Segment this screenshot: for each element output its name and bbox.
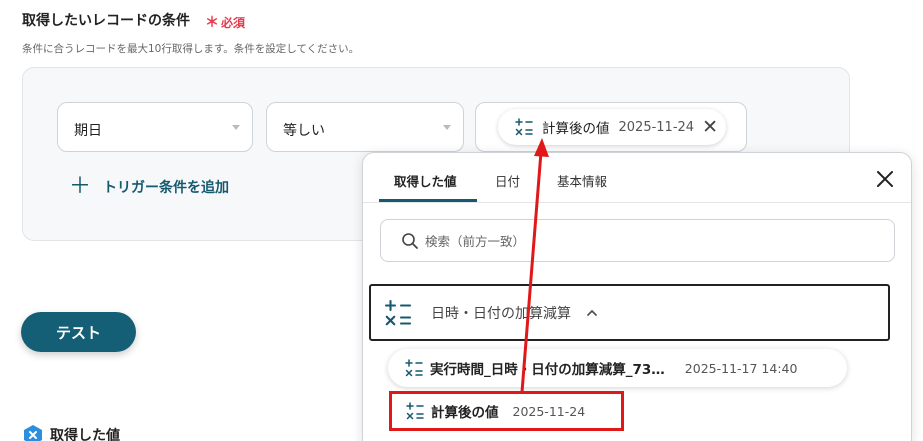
field-select[interactable]: 期日 bbox=[57, 102, 253, 152]
chevron-up-icon bbox=[587, 309, 597, 316]
test-button[interactable]: テスト bbox=[21, 312, 136, 352]
add-trigger-label: トリガー条件を追加 bbox=[103, 180, 230, 196]
tab-date[interactable]: 日付 bbox=[495, 171, 520, 190]
condition-section-title: 取得したいレコードの条件 bbox=[22, 13, 190, 29]
list-item-date: 2025-11-17 14:40 bbox=[684, 360, 798, 376]
operator-select-value: 等しい bbox=[283, 123, 325, 139]
value-chip-date: 2025-11-24 bbox=[618, 119, 695, 135]
calculator-icon bbox=[406, 402, 424, 420]
close-icon[interactable]: ✕ bbox=[702, 117, 718, 137]
required-badge: ＊必須 bbox=[205, 12, 245, 32]
list-item-label: 実行時間_日時・日付の加算減算_73… bbox=[430, 362, 665, 378]
required-label: 必須 bbox=[221, 16, 246, 30]
calculator-icon bbox=[384, 299, 412, 325]
result-section-title: 取得した値 bbox=[22, 424, 120, 441]
value-chip-label: 計算後の値 bbox=[542, 121, 610, 137]
caret-down-icon bbox=[443, 125, 451, 130]
active-tab-indicator bbox=[379, 199, 477, 202]
group-label: 日時・日付の加算減算 bbox=[431, 305, 571, 322]
list-item-label: 計算後の値 bbox=[431, 405, 499, 421]
field-select-value: 期日 bbox=[74, 123, 102, 139]
list-item-date: 2025-11-24 bbox=[512, 403, 586, 419]
list-item[interactable]: 実行時間_日時・日付の加算減算_73… 2025-11-17 14:40 bbox=[388, 349, 847, 387]
condition-section-description: 条件に合うレコードを最大10行取得します。条件を設定してください。 bbox=[22, 43, 360, 55]
search-placeholder: 検索（前方一致） bbox=[425, 234, 526, 249]
tab-basic-info[interactable]: 基本情報 bbox=[557, 171, 607, 190]
picker-tabs: 取得した値 日付 基本情報 bbox=[363, 153, 911, 203]
close-icon[interactable] bbox=[875, 169, 895, 189]
list-item-highlighted[interactable]: 計算後の値 2025-11-24 bbox=[389, 391, 624, 431]
required-asterisk: ＊ bbox=[205, 15, 219, 31]
value-chip[interactable]: 計算後の値 2025-11-24 ✕ bbox=[498, 109, 726, 145]
group-date-arithmetic[interactable]: 日時・日付の加算減算 bbox=[369, 284, 890, 341]
tab-fetched-values[interactable]: 取得した値 bbox=[394, 171, 457, 190]
calculator-icon bbox=[515, 118, 533, 136]
plus-icon: ＋ bbox=[69, 174, 92, 199]
value-field[interactable]: 計算後の値 2025-11-24 ✕ bbox=[475, 102, 747, 152]
search-input[interactable]: 検索（前方一致） bbox=[380, 219, 895, 262]
operator-select[interactable]: 等しい bbox=[266, 102, 464, 152]
value-picker-panel: 取得した値 日付 基本情報 検索（前方一致） 日時・日付の加算減算 実行時間_日… bbox=[362, 152, 912, 441]
yoom-badge-icon bbox=[24, 425, 42, 441]
result-section-label: 取得した値 bbox=[50, 428, 120, 441]
caret-down-icon bbox=[232, 125, 240, 130]
add-trigger-condition-button[interactable]: ＋ トリガー条件を追加 bbox=[69, 176, 229, 198]
calculator-icon bbox=[405, 359, 423, 377]
search-icon bbox=[402, 232, 418, 249]
